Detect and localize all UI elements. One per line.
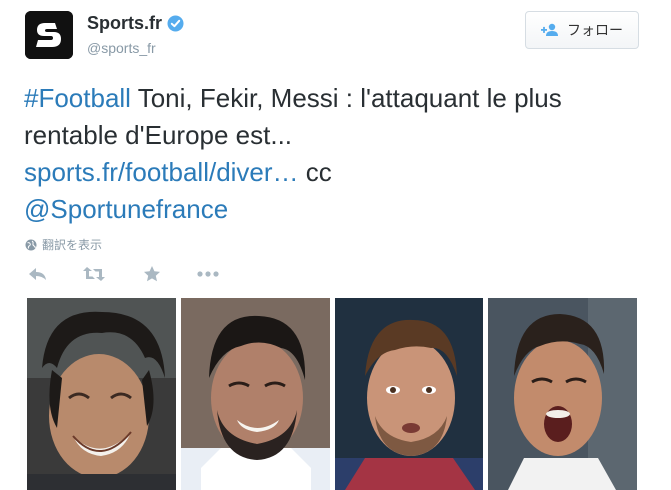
- player-photo-2[interactable]: [180, 298, 330, 490]
- tweet-text: #Football Toni, Fekir, Messi : l'attaqua…: [24, 80, 654, 228]
- handle[interactable]: @sports_fr: [87, 40, 156, 56]
- url-link[interactable]: sports.fr/football/diver…: [24, 157, 299, 187]
- retweet-button[interactable]: [82, 264, 106, 284]
- player-photo-3[interactable]: [334, 298, 484, 490]
- display-name[interactable]: Sports.fr: [87, 13, 162, 34]
- add-user-icon: [541, 23, 558, 36]
- sports-fr-logo-icon: [25, 11, 73, 59]
- avatar[interactable]: [25, 11, 73, 59]
- tweet-body-cc: cc: [298, 157, 332, 187]
- hashtag-link[interactable]: #Football: [24, 83, 131, 113]
- follow-button[interactable]: フォロー: [525, 11, 639, 49]
- globe-icon: [25, 239, 37, 250]
- follow-button-label: フォロー: [567, 22, 623, 38]
- reply-icon: [29, 268, 46, 280]
- translate-label: 翻訳を表示: [42, 238, 103, 252]
- player-photo-4[interactable]: [488, 298, 637, 490]
- mention-link[interactable]: @Sportunefrance: [24, 194, 228, 224]
- verified-badge-icon: [167, 15, 184, 32]
- more-icon: [197, 271, 219, 277]
- media-collage[interactable]: [27, 298, 637, 490]
- star-icon: [144, 266, 160, 282]
- favorite-button[interactable]: [140, 264, 164, 284]
- player-photo-1[interactable]: [27, 298, 176, 490]
- more-button[interactable]: [196, 264, 220, 284]
- retweet-icon: [83, 267, 105, 281]
- reply-button[interactable]: [26, 264, 50, 284]
- translate-link[interactable]: 翻訳を表示: [25, 236, 102, 253]
